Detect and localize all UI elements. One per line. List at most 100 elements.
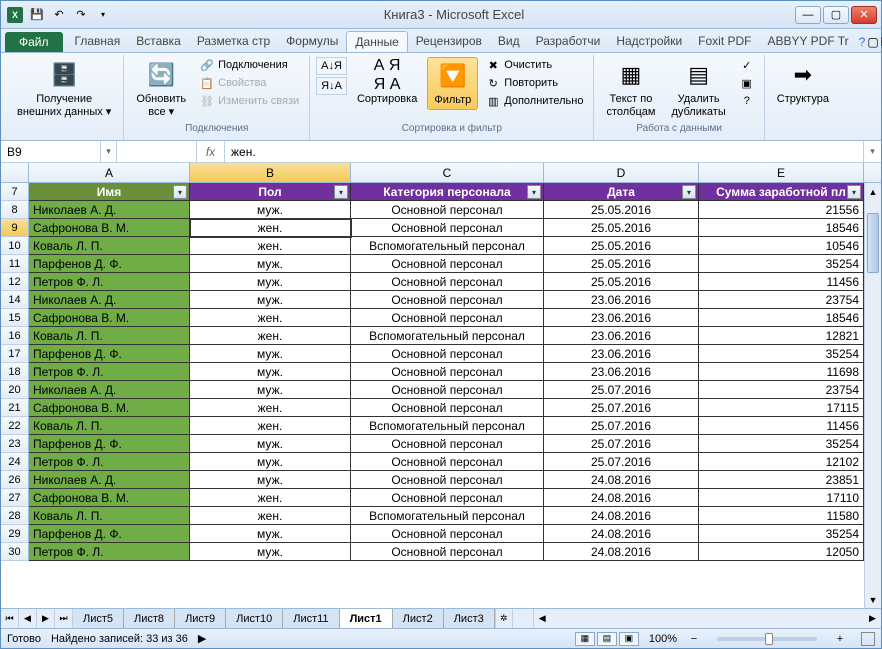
row-header[interactable]: 20 [1,381,29,399]
cell-gender[interactable]: жен. [190,219,351,237]
structure-button[interactable]: ➡ Структура [771,57,835,108]
cell-name[interactable]: Парфенов Д. Ф. [29,345,190,363]
cell-sum[interactable]: 12821 [699,327,864,345]
cell-name[interactable]: Николаев А. Д. [29,381,190,399]
cell-gender[interactable]: муж. [190,363,351,381]
cell-sum[interactable]: 17115 [699,399,864,417]
cell-category[interactable]: Основной персонал [351,345,544,363]
row-header[interactable]: 9 [1,219,29,237]
ribbon-tab-9[interactable]: Foxit PDF [690,31,759,52]
cell-name[interactable]: Коваль Л. П. [29,507,190,525]
cell-date[interactable]: 23.06.2016 [544,327,699,345]
cell-gender[interactable]: муж. [190,435,351,453]
filter-dropdown-category[interactable]: ▾ [527,185,541,199]
refresh-all-button[interactable]: 🔄 Обновить все ▾ [130,57,192,121]
cell-gender[interactable]: муж. [190,273,351,291]
cell-sum[interactable]: 35254 [699,345,864,363]
cell-category[interactable]: Основной персонал [351,219,544,237]
row-header[interactable]: 16 [1,327,29,345]
ribbon-tab-0[interactable]: Главная [67,31,129,52]
cell-date[interactable]: 25.05.2016 [544,273,699,291]
cell-sum[interactable]: 23754 [699,381,864,399]
row-header[interactable]: 18 [1,363,29,381]
help-icon[interactable]: ? [859,32,866,52]
resize-grip[interactable] [861,632,875,646]
zoom-in[interactable]: + [833,632,847,646]
connections-button[interactable]: 🔗Подключения [196,57,303,73]
cell-sum[interactable]: 35254 [699,525,864,543]
cell-sum[interactable]: 21556 [699,201,864,219]
filter-dropdown-date[interactable]: ▾ [682,185,696,199]
ribbon-tab-8[interactable]: Надстройки [608,31,690,52]
sheet-tab-Лист11[interactable]: Лист11 [283,609,339,628]
cell-sum[interactable]: 10546 [699,237,864,255]
sheet-tab-Лист5[interactable]: Лист5 [73,609,124,628]
cell-sum[interactable]: 23851 [699,471,864,489]
cell-category[interactable]: Вспомогательный персонал [351,327,544,345]
cell-date[interactable]: 24.08.2016 [544,489,699,507]
scroll-thumb[interactable] [867,213,879,273]
cell-name[interactable]: Парфенов Д. Ф. [29,255,190,273]
cell-date[interactable]: 25.07.2016 [544,417,699,435]
cell-sum[interactable]: 35254 [699,435,864,453]
zoom-slider[interactable] [717,637,817,641]
name-box[interactable]: B9 [1,141,101,162]
scroll-down-arrow[interactable]: ▼ [865,591,881,608]
row-header[interactable]: 14 [1,291,29,309]
ribbon-tab-5[interactable]: Рецензиров [408,31,490,52]
cell-gender[interactable]: жен. [190,327,351,345]
cell-category[interactable]: Основной персонал [351,309,544,327]
minimize-ribbon-icon[interactable]: ▢ [867,32,878,52]
sheet-nav-last[interactable]: ⏭ [55,609,73,628]
minimize-button[interactable]: — [795,6,821,24]
filter-dropdown-salary[interactable]: ▾ [847,185,861,199]
cell-sum[interactable]: 18546 [699,309,864,327]
row-header[interactable]: 21 [1,399,29,417]
cell-sum[interactable]: 35254 [699,255,864,273]
cell-date[interactable]: 24.08.2016 [544,507,699,525]
col-header-A[interactable]: A [29,163,190,182]
row-header[interactable]: 12 [1,273,29,291]
cell-category[interactable]: Основной персонал [351,489,544,507]
sheet-nav-next[interactable]: ▶ [37,609,55,628]
cell-category[interactable]: Основной персонал [351,291,544,309]
col-header-E[interactable]: E [699,163,864,182]
clear-filter-button[interactable]: ✖Очистить [482,57,587,73]
row-header[interactable]: 11 [1,255,29,273]
cell-sum[interactable]: 18546 [699,219,864,237]
sort-asc-button[interactable]: А↓Я [316,57,347,75]
ribbon-tab-3[interactable]: Формулы [278,31,346,52]
scroll-up-arrow[interactable]: ▲ [865,183,881,200]
cell-name[interactable]: Николаев А. Д. [29,201,190,219]
select-all-corner[interactable] [1,163,29,182]
sort-desc-button[interactable]: Я↓А [316,77,347,95]
cell-category[interactable]: Основной персонал [351,453,544,471]
cell-category[interactable]: Вспомогательный персонал [351,237,544,255]
cell-sum[interactable]: 17110 [699,489,864,507]
horizontal-scrollbar[interactable]: ◀ ▶ [533,609,881,628]
cell-gender[interactable]: муж. [190,201,351,219]
file-tab[interactable]: Файл [5,32,63,52]
cell-sum[interactable]: 11580 [699,507,864,525]
formula-input[interactable]: жен. [225,141,863,162]
cell-name[interactable]: Сафронова В. М. [29,399,190,417]
cell-date[interactable]: 25.07.2016 [544,453,699,471]
new-sheet-button[interactable]: ✲ [495,609,513,628]
row-header[interactable]: 15 [1,309,29,327]
consolidate-button[interactable]: ▣ [736,75,758,91]
ribbon-tab-6[interactable]: Вид [490,31,528,52]
cell-name[interactable]: Парфенов Д. Ф. [29,525,190,543]
cell-category[interactable]: Основной персонал [351,381,544,399]
cell-name[interactable]: Петров Ф. Л. [29,543,190,561]
cell-date[interactable]: 25.05.2016 [544,219,699,237]
close-button[interactable]: ✕ [851,6,877,24]
cell-name[interactable]: Николаев А. Д. [29,291,190,309]
cell-category[interactable]: Основной персонал [351,255,544,273]
row-header[interactable]: 27 [1,489,29,507]
redo-icon[interactable]: ↷ [71,5,91,25]
excel-app-icon[interactable]: X [5,5,25,25]
view-page-layout[interactable]: ▤ [597,632,617,646]
sheet-nav-prev[interactable]: ◀ [19,609,37,628]
zoom-thumb[interactable] [765,633,773,645]
cell-gender[interactable]: муж. [190,291,351,309]
